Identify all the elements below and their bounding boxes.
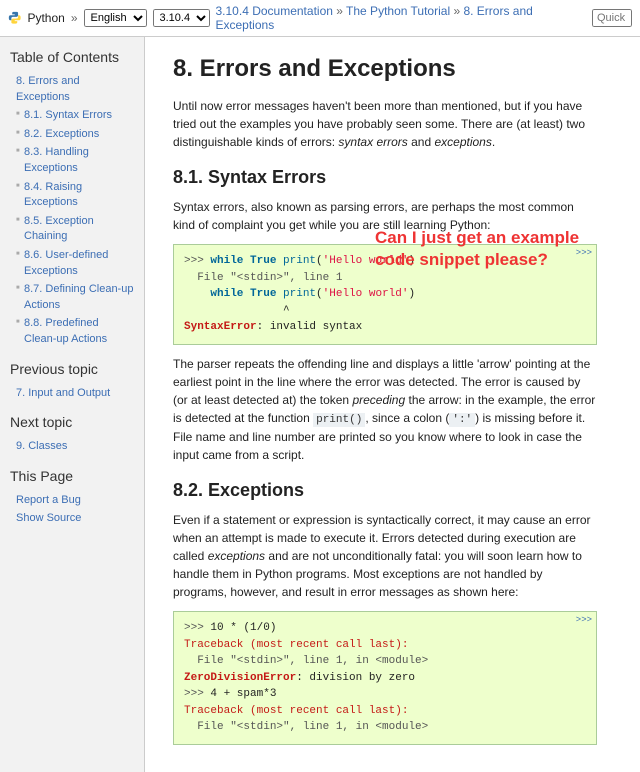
prev-title: Previous topic — [10, 361, 134, 377]
page-title: 8. Errors and Exceptions — [173, 55, 597, 83]
prev-link[interactable]: 7. Input and Output — [16, 387, 110, 399]
toc-item[interactable]: 8.1. Syntax Errors — [24, 109, 112, 121]
search-input[interactable] — [592, 9, 632, 27]
toc-item[interactable]: 8.6. User-defined Exceptions — [24, 249, 108, 277]
logo-label: Python — [27, 11, 64, 25]
toc-item[interactable]: 8.7. Defining Clean-up Actions — [24, 283, 133, 311]
toc-item[interactable]: 8.2. Exceptions — [24, 128, 99, 140]
toc-item[interactable]: 8.5. Exception Chaining — [24, 215, 94, 243]
syntax-intro: Syntax errors, also known as parsing err… — [173, 198, 597, 234]
topbar: Python » English 3.10.4 3.10.4 Documenta… — [0, 0, 640, 37]
thispage-title: This Page — [10, 468, 134, 484]
next-title: Next topic — [10, 414, 134, 430]
toc-title: Table of Contents — [10, 49, 134, 65]
toc-item[interactable]: 8.4. Raising Exceptions — [24, 181, 82, 209]
exceptions-intro: Even if a statement or expression is syn… — [173, 511, 597, 601]
crumb-docs[interactable]: 3.10.4 Documentation — [216, 4, 333, 18]
section-syntax-errors: 8.1. Syntax Errors — [173, 167, 597, 188]
main-content: 8. Errors and Exceptions Until now error… — [145, 37, 625, 772]
crumb-tutorial[interactable]: The Python Tutorial — [346, 4, 450, 18]
toc-item[interactable]: 8.3. Handling Exceptions — [24, 146, 89, 174]
toc-list: 8. Errors and Exceptions 8.1. Syntax Err… — [10, 73, 134, 347]
language-select[interactable]: English — [84, 9, 147, 27]
python-logo-icon — [8, 11, 21, 25]
hide-prompts-button[interactable]: >>> — [576, 614, 592, 628]
section-exceptions: 8.2. Exceptions — [173, 480, 597, 501]
code-example-syntax: >>>>>> while True print('Hello world') F… — [173, 244, 597, 345]
show-source-link[interactable]: Show Source — [16, 512, 81, 524]
toc-item[interactable]: 8.8. Predefined Clean-up Actions — [24, 317, 107, 345]
breadcrumb: 3.10.4 Documentation » The Python Tutori… — [216, 4, 581, 32]
report-bug-link[interactable]: Report a Bug — [16, 494, 81, 506]
next-link[interactable]: 9. Classes — [16, 440, 67, 452]
code-example-exceptions: >>>>>> 10 * (1/0) Traceback (most recent… — [173, 611, 597, 745]
intro-paragraph: Until now error messages haven't been mo… — [173, 97, 597, 151]
toc-item[interactable]: 8. Errors and Exceptions — [16, 75, 80, 103]
hide-prompts-button[interactable]: >>> — [576, 247, 592, 261]
version-select[interactable]: 3.10.4 — [153, 9, 210, 27]
syntax-explain: The parser repeats the offending line an… — [173, 355, 597, 465]
sidebar: Table of Contents 8. Errors and Exceptio… — [0, 37, 145, 772]
